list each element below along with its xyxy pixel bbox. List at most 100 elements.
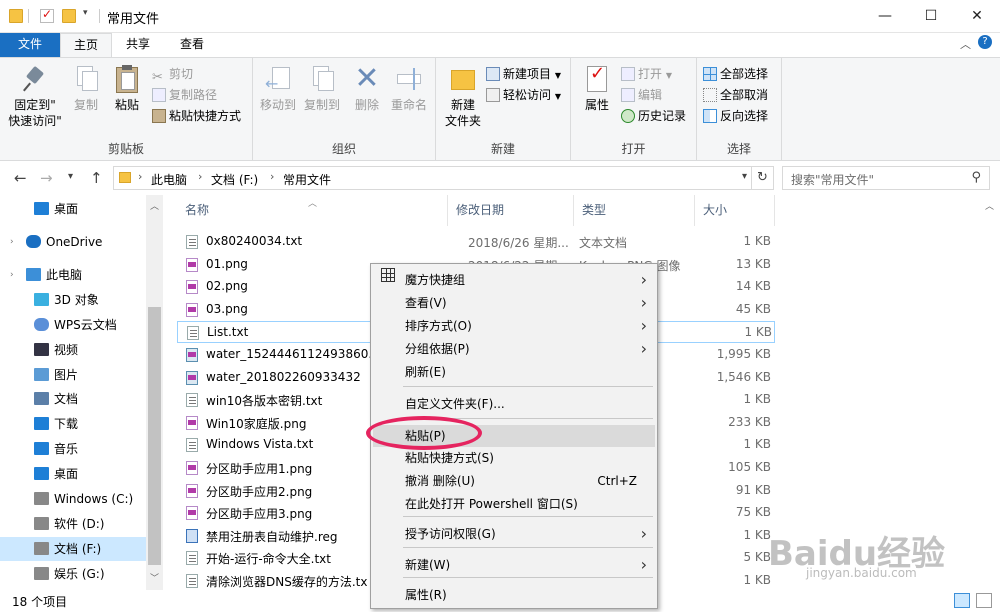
tab-view[interactable]: 查看 xyxy=(164,33,220,57)
menu-item[interactable]: 授予访问权限(G) › xyxy=(373,523,655,545)
chevron-up-icon[interactable]: ︿ xyxy=(960,36,971,52)
menu-item[interactable]: 排序方式(O) › xyxy=(373,315,655,337)
menu-item[interactable]: 查看(V) › xyxy=(373,292,655,314)
menu-item[interactable]: 属性(R) xyxy=(373,584,655,606)
address-dropdown-chevron-icon[interactable]: ▾ xyxy=(742,171,747,182)
forward-arrow-icon[interactable]: → xyxy=(40,169,53,187)
menu-item[interactable]: 分组依据(P) › xyxy=(373,338,655,360)
column-header-name[interactable]: 名称 xyxy=(177,195,448,226)
help-icon[interactable]: ? xyxy=(978,35,992,49)
history-button[interactable]: 历史记录 xyxy=(621,106,686,126)
customize-quick-access-icon[interactable]: ▾ xyxy=(83,8,88,18)
paste-shortcut-icon xyxy=(152,109,166,123)
menu-item[interactable]: 自定义文件夹(F)... xyxy=(373,393,655,415)
move-to-button[interactable]: ← 移动到 xyxy=(257,64,299,113)
nav-item[interactable]: WPS云文档 xyxy=(0,313,146,337)
paste-button[interactable]: 粘贴 xyxy=(108,64,146,113)
menu-item[interactable]: 粘贴(P) xyxy=(373,425,655,447)
menu-item-label: 分组依据(P) xyxy=(405,342,470,356)
tab-home[interactable]: 主页 xyxy=(60,33,112,57)
address-input[interactable]: › 此电脑 › 文档 (F:) › 常用文件 ▾ xyxy=(113,166,752,190)
column-header-size[interactable]: 大小 xyxy=(695,195,775,226)
minimize-button[interactable]: — xyxy=(862,0,908,32)
recent-locations-chevron-icon[interactable]: ▾ xyxy=(68,171,73,182)
breadcrumb-separator-icon[interactable]: › xyxy=(138,170,142,183)
select-none-button[interactable]: 全部取消 xyxy=(703,85,768,105)
drive-icon xyxy=(34,567,49,580)
column-header-type[interactable]: 类型 xyxy=(574,195,695,226)
close-button[interactable]: ✕ xyxy=(954,0,1000,32)
scroll-up-chevron-icon[interactable]: ︿ xyxy=(150,199,159,212)
edit-button[interactable]: 编辑 xyxy=(621,85,662,105)
delete-button[interactable]: ✕ 删除 xyxy=(349,64,385,113)
file-list-scrollbar[interactable]: ︿ xyxy=(980,195,1000,590)
properties-icon[interactable] xyxy=(40,7,54,23)
invert-selection-button[interactable]: 反向选择 xyxy=(703,106,768,126)
file-size: 13 KB xyxy=(735,256,771,271)
table-row[interactable]: 0x80240034.txt 2018/6/26 星期... 文本文档 1 KB xyxy=(177,231,775,253)
tab-share[interactable]: 共享 xyxy=(112,33,164,57)
new-folder-button[interactable]: 新建 文件夹 xyxy=(440,64,486,129)
breadcrumb-drive-f[interactable]: 文档 (F:) xyxy=(211,171,258,188)
nav-item[interactable]: 桌面 xyxy=(0,197,146,221)
file-size: 1 KB xyxy=(744,325,772,340)
easy-access-button[interactable]: 轻松访问 ▼ xyxy=(486,85,561,105)
nav-item[interactable]: 图片 xyxy=(0,363,146,387)
up-arrow-icon[interactable]: ↑ xyxy=(90,169,103,187)
nav-item[interactable]: 文档 (F:) xyxy=(0,537,146,561)
column-header-date[interactable]: 修改日期 xyxy=(448,195,574,226)
menu-item[interactable]: 魔方快捷组 › xyxy=(373,269,655,291)
search-input[interactable]: 搜索"常用文件" ⚲ xyxy=(782,166,990,190)
nav-item[interactable]: 此电脑 › xyxy=(0,263,146,287)
copy-path-button[interactable]: 复制路径 xyxy=(152,85,217,105)
move-to-label: 移动到 xyxy=(259,98,296,112)
properties-button[interactable]: ✓ 属性 xyxy=(579,64,615,113)
tab-file[interactable]: 文件 xyxy=(0,33,60,57)
image-file-icon xyxy=(186,370,198,385)
breadcrumb-current-folder[interactable]: 常用文件 xyxy=(283,171,331,188)
back-arrow-icon[interactable]: ← xyxy=(14,169,27,187)
nav-item[interactable]: 音乐 xyxy=(0,437,146,461)
breadcrumb-separator-icon[interactable]: › xyxy=(198,170,202,183)
copy-button[interactable]: 复制 xyxy=(68,64,104,113)
nav-item-label: OneDrive xyxy=(46,235,103,249)
large-icons-view-icon[interactable] xyxy=(976,593,992,608)
menu-item[interactable]: 撤消 删除(U) Ctrl+Z xyxy=(373,470,655,492)
copy-to-button[interactable]: 复制到 xyxy=(301,64,343,113)
nav-item[interactable]: 文档 xyxy=(0,387,146,411)
menu-item[interactable]: 刷新(E) xyxy=(373,361,655,383)
breadcrumb-this-pc[interactable]: 此电脑 xyxy=(151,171,187,188)
menu-item[interactable]: 新建(W) › xyxy=(373,554,655,576)
scroll-down-chevron-icon[interactable]: ﹀ xyxy=(150,571,159,584)
pin-quick-access-button[interactable]: 固定到" 快速访问" xyxy=(4,64,66,129)
breadcrumb-separator-icon[interactable]: › xyxy=(270,170,274,183)
cut-button[interactable]: ✂ 剪切 xyxy=(152,64,193,85)
new-item-button[interactable]: 新建项目 ▼ xyxy=(486,64,561,84)
scissors-icon: ✂ xyxy=(152,70,163,85)
new-folder-icon[interactable] xyxy=(62,9,76,23)
expand-chevron-icon[interactable]: › xyxy=(10,230,14,254)
scroll-up-chevron-icon[interactable]: ︿ xyxy=(985,199,994,212)
menu-item[interactable]: 粘贴快捷方式(S) xyxy=(373,447,655,469)
nav-item[interactable]: 娱乐 (G:) xyxy=(0,562,146,586)
nav-item[interactable]: 软件 (D:) xyxy=(0,512,146,536)
nav-scroll-thumb[interactable] xyxy=(148,307,161,565)
rename-button[interactable]: 重命名 xyxy=(387,64,431,113)
nav-item[interactable]: 3D 对象 xyxy=(0,288,146,312)
open-button[interactable]: 打开 ▼ xyxy=(621,64,672,84)
nav-item[interactable]: 桌面 xyxy=(0,462,146,486)
paste-shortcut-button[interactable]: 粘贴快捷方式 xyxy=(152,106,241,126)
details-view-icon[interactable] xyxy=(954,593,970,608)
select-all-button[interactable]: 全部选择 xyxy=(703,64,768,84)
menu-item[interactable]: 在此处打开 Powershell 窗口(S) xyxy=(373,493,655,515)
nav-item[interactable]: OneDrive › xyxy=(0,230,146,254)
nav-item[interactable]: 下载 xyxy=(0,412,146,436)
expand-chevron-icon[interactable]: › xyxy=(10,263,14,287)
nav-item[interactable]: Windows (C:) xyxy=(0,487,146,511)
nav-item-label: Windows (C:) xyxy=(54,492,134,506)
nav-scrollbar[interactable]: ︿ ﹀ xyxy=(146,195,163,590)
refresh-icon[interactable]: ↻ xyxy=(752,166,774,190)
maximize-button[interactable]: ☐ xyxy=(908,0,954,32)
nav-item[interactable]: 视频 xyxy=(0,338,146,362)
image-file-icon xyxy=(186,415,198,430)
